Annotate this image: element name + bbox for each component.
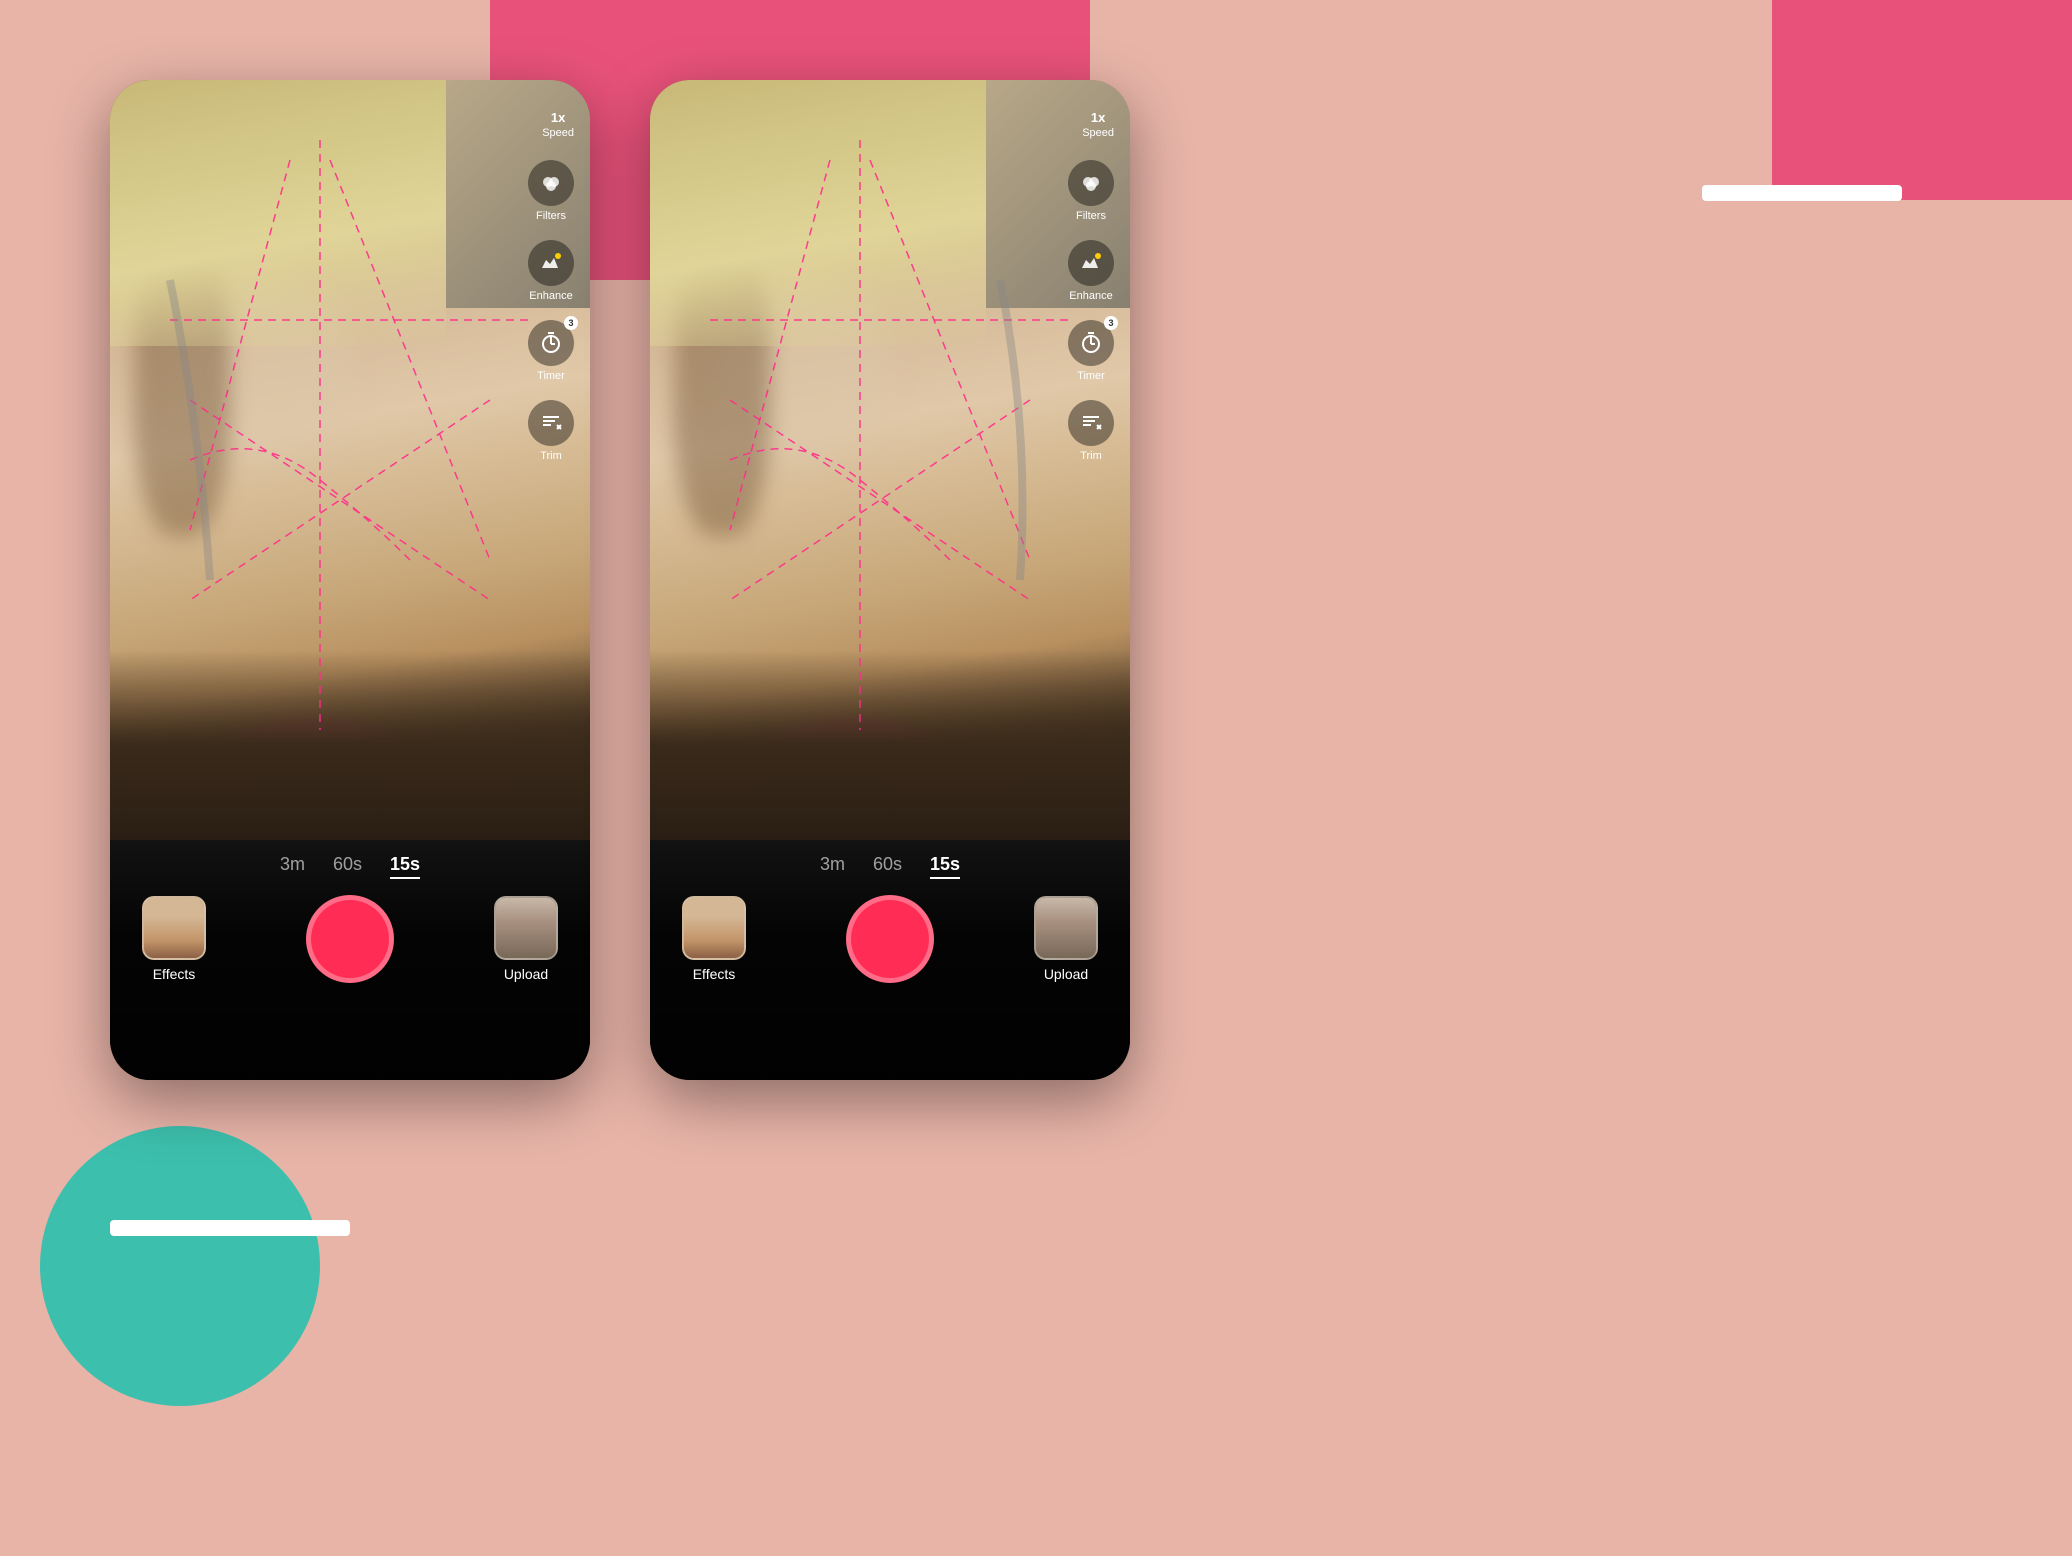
trim-item-left[interactable]: Trim bbox=[528, 400, 574, 462]
white-bar-top-right bbox=[1702, 185, 1902, 201]
upload-label-right: Upload bbox=[1044, 966, 1088, 982]
upload-thumbnail-inner-left bbox=[496, 898, 556, 958]
upload-thumbnail-inner-right bbox=[1036, 898, 1096, 958]
phones-container: 1x Speed Filters bbox=[110, 80, 1130, 1080]
controls-area-right: 3m 60s 15s Effects bbox=[650, 840, 1130, 1080]
enhance-label-right: Enhance bbox=[1069, 290, 1112, 302]
effects-thumbnail-right bbox=[682, 896, 746, 960]
timer-label-left: Timer bbox=[537, 370, 565, 382]
upload-thumbnail-left bbox=[494, 896, 558, 960]
timer-badge-right: 3 bbox=[1104, 316, 1118, 330]
speed-value-left: 1x bbox=[551, 110, 565, 125]
right-icons-right: Filters Enhance bbox=[1068, 160, 1114, 462]
duration-15s-right[interactable]: 15s bbox=[930, 854, 960, 879]
speed-label-left: Speed bbox=[542, 127, 574, 139]
filters-icon-left bbox=[528, 160, 574, 206]
enhance-icon-left bbox=[528, 240, 574, 286]
right-icons-left: Filters Enhance bbox=[528, 160, 574, 462]
timer-badge-left: 3 bbox=[564, 316, 578, 330]
effects-thumbnail-inner-right bbox=[684, 898, 744, 958]
enhance-label-left: Enhance bbox=[529, 290, 572, 302]
speed-label-right: Speed bbox=[1082, 127, 1114, 139]
enhance-icon-right bbox=[1068, 240, 1114, 286]
trim-label-right: Trim bbox=[1080, 450, 1102, 462]
trim-icon-left bbox=[528, 400, 574, 446]
camera-view-right: 1x Speed Filters bbox=[650, 80, 1130, 840]
camera-view-left: 1x Speed Filters bbox=[110, 80, 590, 840]
record-button-left[interactable] bbox=[306, 895, 394, 983]
timer-item-left[interactable]: 3 Timer bbox=[528, 320, 574, 382]
trim-item-right[interactable]: Trim bbox=[1068, 400, 1114, 462]
duration-3m-left[interactable]: 3m bbox=[280, 854, 305, 879]
effects-label-left: Effects bbox=[153, 966, 196, 982]
pink-right-rectangle bbox=[1772, 0, 2072, 200]
filters-label-left: Filters bbox=[536, 210, 566, 222]
record-row-right: Effects Upload bbox=[650, 895, 1130, 983]
record-button-right[interactable] bbox=[846, 895, 934, 983]
filters-label-right: Filters bbox=[1076, 210, 1106, 222]
effects-button-right[interactable]: Effects bbox=[682, 896, 746, 982]
face-guide-lines-right bbox=[650, 80, 1130, 840]
timer-label-right: Timer bbox=[1077, 370, 1105, 382]
phone-left: 1x Speed Filters bbox=[110, 80, 590, 1080]
filters-item-right[interactable]: Filters bbox=[1068, 160, 1114, 222]
phone-right: 1x Speed Filters bbox=[650, 80, 1130, 1080]
timer-item-right[interactable]: 3 Timer bbox=[1068, 320, 1114, 382]
upload-button-right[interactable]: Upload bbox=[1034, 896, 1098, 982]
effects-label-right: Effects bbox=[693, 966, 736, 982]
speed-value-right: 1x bbox=[1091, 110, 1105, 125]
duration-60s-left[interactable]: 60s bbox=[333, 854, 362, 879]
timer-wrapper-left: 3 bbox=[528, 320, 574, 366]
controls-area-left: 3m 60s 15s Effects bbox=[110, 840, 590, 1080]
timer-wrapper-right: 3 bbox=[1068, 320, 1114, 366]
effects-thumbnail-inner-left bbox=[144, 898, 204, 958]
filters-icon-right bbox=[1068, 160, 1114, 206]
enhance-item-right[interactable]: Enhance bbox=[1068, 240, 1114, 302]
filters-item-left[interactable]: Filters bbox=[528, 160, 574, 222]
enhance-item-left[interactable]: Enhance bbox=[528, 240, 574, 302]
white-bar-bottom-left bbox=[110, 1220, 350, 1236]
trim-icon-right bbox=[1068, 400, 1114, 446]
duration-60s-right[interactable]: 60s bbox=[873, 854, 902, 879]
upload-button-left[interactable]: Upload bbox=[494, 896, 558, 982]
speed-indicator-right: 1x Speed bbox=[1082, 110, 1114, 139]
duration-15s-left[interactable]: 15s bbox=[390, 854, 420, 879]
speed-indicator-left: 1x Speed bbox=[542, 110, 574, 139]
duration-row-left: 3m 60s 15s bbox=[110, 840, 590, 879]
duration-3m-right[interactable]: 3m bbox=[820, 854, 845, 879]
effects-button-left[interactable]: Effects bbox=[142, 896, 206, 982]
effects-thumbnail-left bbox=[142, 896, 206, 960]
record-row-left: Effects Upload bbox=[110, 895, 590, 983]
trim-label-left: Trim bbox=[540, 450, 562, 462]
face-guide-lines-left bbox=[110, 80, 590, 840]
upload-thumbnail-right bbox=[1034, 896, 1098, 960]
upload-label-left: Upload bbox=[504, 966, 548, 982]
teal-circle bbox=[40, 1126, 320, 1406]
duration-row-right: 3m 60s 15s bbox=[650, 840, 1130, 879]
